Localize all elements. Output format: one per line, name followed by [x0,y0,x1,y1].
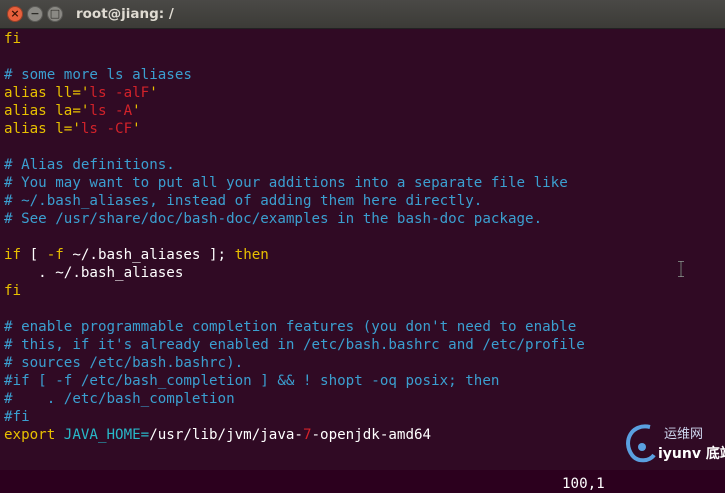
terminal-line: #fi [4,408,30,426]
code-token: if [4,247,22,263]
code-token: ' [149,85,158,101]
code-token: fi [4,283,22,299]
code-token: # this, if it's already enabled in /etc/… [4,337,585,353]
code-token: # ~/.bash_aliases, instead of adding the… [4,193,483,209]
code-token: alias la= [4,103,81,119]
code-token: # . /etc/bash_completion [4,391,235,407]
code-token: alias ll= [4,85,81,101]
code-token: # See /usr/share/doc/bash-doc/examples i… [4,211,543,227]
window-titlebar[interactable]: × − □ root@jiang: / [0,0,725,29]
terminal-line: # See /usr/share/doc/bash-doc/examples i… [4,210,542,228]
terminal-line: # this, if it's already enabled in /etc/… [4,336,585,354]
terminal-line: # You may want to put all your additions… [4,174,568,192]
terminal-line: alias ll='ls -alF' [4,84,158,102]
code-token: #fi [4,409,30,425]
code-token: ls -A [89,103,133,119]
terminal-line: export JAVA_HOME=/usr/lib/jvm/java-7-ope… [4,426,431,444]
vim-position-label: 底端 [705,446,725,462]
code-token: # You may want to put all your additions… [4,175,568,191]
code-token: ls -alF [89,85,150,101]
terminal-line: . ~/.bash_aliases [4,264,183,282]
code-token: -openjdk-amd64 [311,427,432,443]
code-token: fi [4,31,22,47]
code-token: #if [ -f /etc/bash_completion ] && ! sho… [4,373,500,389]
code-token: ~/.bash_aliases ]; [63,247,235,263]
window-title: root@jiang: / [76,6,174,22]
terminal-line: # enable programmable completion feature… [4,318,576,336]
terminal-line: alias l='ls -CF' [4,120,141,138]
watermark-brand-cn: 运维网 [664,427,704,442]
code-token: ' [132,121,141,137]
terminal-line: # . /etc/bash_completion [4,390,235,408]
code-token: . ~/.bash_aliases [4,265,184,281]
watermark-brand-en: iyunv 底端 [658,443,725,463]
code-token: ' [72,121,81,137]
code-token: # sources /etc/bash.bashrc). [4,355,244,371]
terminal-line: # Alias definitions. [4,156,175,174]
code-token: # enable programmable completion feature… [4,319,577,335]
terminal-line: if [ -f ~/.bash_aliases ]; then [4,246,269,264]
terminal-line: # sources /etc/bash.bashrc). [4,354,243,372]
ibeam-cursor-icon [678,261,684,277]
code-token: # Alias definitions. [4,157,175,173]
terminal-line: #if [ -f /etc/bash_completion ] && ! sho… [4,372,499,390]
terminal-line: fi [4,282,21,300]
vim-ruler: 100,1 [562,475,699,493]
code-token: export [4,427,56,443]
terminal-line: # some more ls aliases [4,66,192,84]
code-token: JAVA_HOME= [55,427,150,443]
watermark-brand-en-text: iyunv [658,446,701,462]
site-watermark: 运维网 iyunv 底端 [620,421,725,467]
terminal-line: fi [4,30,21,48]
code-token: then [234,247,269,263]
cursor-position: 100,1 [562,476,605,492]
code-token: [ [21,247,47,263]
watermark-logo-icon [626,424,656,463]
code-token: alias l= [4,121,73,137]
code-token: ls -CF [80,121,133,137]
terminal-line: alias la='ls -A' [4,102,141,120]
code-token: # some more ls aliases [4,67,192,83]
maximize-window-button[interactable]: □ [47,6,63,22]
code-token: 7 [302,427,312,443]
close-window-button[interactable]: × [7,6,23,22]
code-token: /usr/lib/jvm/java- [149,427,303,443]
minimize-window-button[interactable]: − [27,6,43,22]
terminal-line: # ~/.bash_aliases, instead of adding the… [4,192,482,210]
code-token: -f [46,247,64,263]
code-token: ' [132,103,141,119]
terminal-viewport[interactable]: fi # some more ls aliases alias ll='ls -al… [0,29,725,492]
